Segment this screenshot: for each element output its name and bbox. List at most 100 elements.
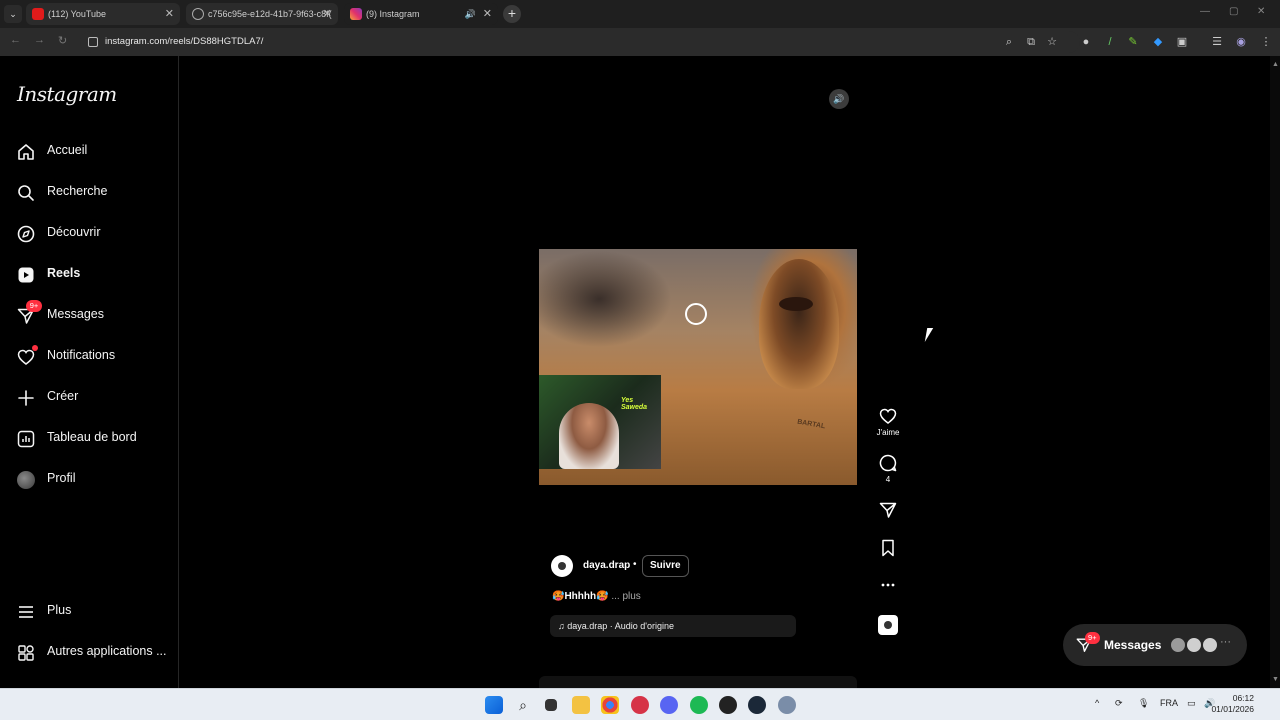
sidebar-item-plus[interactable]: Plus [16,600,176,624]
tab-title: c756c95e-e12d-41b7-9f63-c8f( [208,9,332,19]
share-icon [879,502,897,518]
back-icon[interactable]: ← [10,34,21,46]
language-indicator[interactable]: FRA [1160,698,1178,708]
clock[interactable]: 06:12 01/01/2026 [1211,693,1254,715]
side-panel-icon[interactable]: ☰ [1211,36,1223,48]
comment-icon [879,454,897,472]
cast-icon[interactable]: ⧉ [1025,36,1037,48]
like-button[interactable]: J'aime [876,406,900,437]
caption-text: 🥵Hhhhh🥵 [552,591,609,602]
app-icon[interactable] [631,696,649,714]
tab-search-button[interactable]: ⌄ [4,5,22,23]
chart-icon [17,430,35,448]
scrollbar[interactable]: ▲ ▼ [1270,56,1280,688]
sidebar-item-label: Reels [47,266,81,280]
app-icon[interactable] [719,696,737,714]
search-icon [18,185,34,201]
close-icon[interactable]: ✕ [483,3,492,25]
plus-icon [18,390,34,406]
instagram-logo[interactable]: Instagram [17,82,117,106]
sidebar-item-decouvrir[interactable]: Découvrir [16,222,176,246]
address-bar[interactable]: instagram.com/reels/DS88HGTDLA7/ [80,31,1080,53]
sidebar-item-autres-applications[interactable]: Autres applications ... [16,641,176,665]
sidebar-item-profil[interactable]: Profil [16,468,176,492]
steam-icon[interactable] [748,696,766,714]
zoom-icon[interactable]: ⌕ [1003,36,1015,48]
speaker-icon[interactable]: 🔊 [465,3,476,25]
sound-toggle-icon[interactable]: 🔊 [829,89,849,109]
windows-start-icon[interactable] [485,696,503,714]
extensions-puzzle-icon[interactable]: ▣ [1176,36,1188,48]
comment-count: 4 [885,475,891,484]
task-view-icon[interactable] [545,699,557,711]
maximize-icon[interactable]: ▢ [1229,6,1238,17]
spotify-icon[interactable] [690,696,708,714]
save-button[interactable] [876,538,900,558]
more-options-button[interactable] [876,577,900,593]
profile-icon[interactable]: ◉ [1235,36,1247,48]
new-tab-button[interactable]: + [503,5,521,23]
follow-button[interactable]: Suivre [642,555,689,577]
audio-link[interactable]: ♫ daya.drap · Audio d'origine [550,615,796,637]
next-reel-preview[interactable] [539,676,857,688]
author-name[interactable]: daya.drap [583,560,630,571]
sidebar-item-creer[interactable]: Créer [16,386,176,410]
tray-sync-icon[interactable]: ⟳ [1115,698,1123,709]
reel-video[interactable]: 🔊 BARTAL Yes Saweda daya.drap • Suivre 🥵… [539,81,857,648]
sidebar-item-notifications[interactable]: Notifications [16,345,176,369]
messages-pill[interactable]: 9+ Messages ··· [1063,624,1247,666]
bookmark-star-icon[interactable]: ☆ [1046,36,1058,48]
scroll-down-icon[interactable]: ▼ [1272,676,1279,683]
browser-tabbar: ⌄ (112) YouTube ✕ c756c95e-e12d-41b7-9f6… [0,0,1280,28]
tornado-face [779,297,813,311]
site-info-icon[interactable] [88,37,98,47]
like-label: J'aime [876,428,900,437]
close-window-icon[interactable]: ✕ [1257,6,1265,17]
close-icon[interactable]: ✕ [323,3,332,25]
search-icon[interactable]: ⌕ [514,696,532,714]
streamer-person [559,403,619,469]
sidebar-item-label: Plus [47,603,72,617]
globe-icon [192,8,204,20]
contact-avatar [1201,636,1219,654]
network-icon[interactable]: ▭ [1187,698,1196,709]
messages-label: Messages [1104,638,1162,652]
browser-menu-icon[interactable]: ⋮ [1260,36,1272,48]
compass-icon [17,225,35,243]
sidebar-item-messages[interactable]: 9+ Messages [16,300,176,328]
tab-web[interactable]: c756c95e-e12d-41b7-9f63-c8f( ✕ [186,3,338,25]
sidebar-item-tableau-de-bord[interactable]: Tableau de bord [16,427,176,451]
comment-button[interactable]: 4 [876,453,900,484]
discord-icon[interactable] [660,696,678,714]
extension-icon[interactable]: / [1104,36,1116,48]
reload-icon[interactable]: ↻ [58,34,67,47]
tray-chevron-icon[interactable]: ^ [1095,698,1099,708]
sidebar-item-accueil[interactable]: Accueil [16,140,176,164]
profile-avatar [17,471,35,489]
tab-instagram[interactable]: (9) Instagram 🔊 ✕ [344,3,498,25]
extension-icon[interactable]: ● [1080,36,1092,48]
minimize-icon[interactable]: — [1200,6,1210,17]
extension-icon[interactable]: ✎ [1127,36,1139,48]
chrome-icon[interactable] [601,696,619,714]
sidebar-item-label: Messages [47,307,104,321]
sidebar-item-reels[interactable]: Reels [16,263,176,287]
audio-avatar[interactable] [878,615,898,635]
microphone-icon[interactable]: 🎙 [1138,698,1149,709]
settings-icon[interactable] [778,696,796,714]
sidebar: Instagram Accueil Recherche Découvrir Re… [0,56,179,688]
apps-icon [18,645,34,661]
close-icon[interactable]: ✕ [165,3,174,25]
url-text: instagram.com/reels/DS88HGTDLA7/ [105,36,264,47]
forward-icon[interactable]: → [34,34,45,46]
tab-youtube[interactable]: (112) YouTube ✕ [26,3,180,25]
messages-badge: 9+ [26,300,42,312]
sidebar-item-recherche[interactable]: Recherche [16,181,176,205]
file-explorer-icon[interactable] [572,696,590,714]
author-avatar[interactable] [551,555,573,577]
share-button[interactable] [876,500,900,520]
sidebar-item-label: Accueil [47,143,88,157]
scroll-up-icon[interactable]: ▲ [1272,61,1279,68]
caption-more-link[interactable]: ... plus [609,591,640,602]
extension-icon[interactable]: ◆ [1152,36,1164,48]
